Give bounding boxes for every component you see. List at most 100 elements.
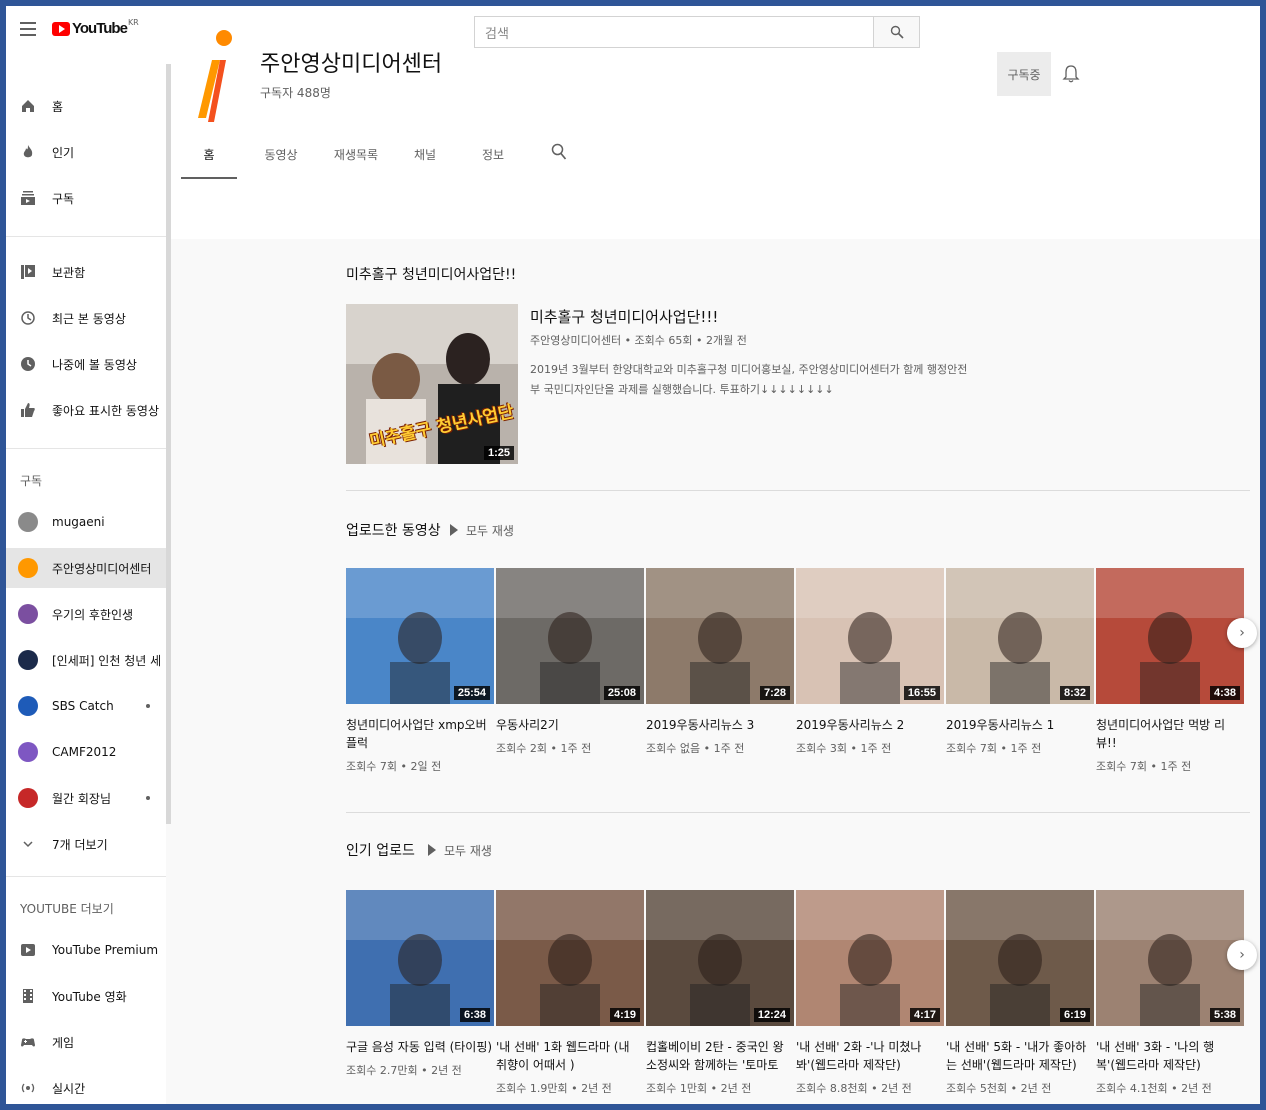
uploads-play-all[interactable]: 모두 재생 bbox=[450, 522, 514, 539]
uploads-next-button[interactable]: › bbox=[1227, 618, 1257, 648]
video-card[interactable]: 8:32 2019우동사리뉴스 1 조회수 7회 • 1주 전 bbox=[946, 568, 1094, 756]
youtube-logo[interactable]: YouTube KR bbox=[52, 18, 139, 37]
video-thumbnail[interactable]: 6:38 bbox=[346, 890, 494, 1026]
subscription-item[interactable]: 월간 회장님 bbox=[6, 778, 166, 818]
video-card[interactable]: 6:19 '내 선배' 5화 - '내가 좋아하는 선배'(웹드라마 제작단) 조회… bbox=[946, 890, 1094, 1096]
sidebar-item-subscriptions[interactable]: 구독 bbox=[6, 178, 166, 218]
chevron-down-icon bbox=[23, 841, 33, 848]
video-thumbnail[interactable]: 4:19 bbox=[496, 890, 644, 1026]
video-title[interactable]: 2019우동사리뉴스 1 bbox=[946, 716, 1094, 734]
video-title[interactable]: '내 선배' 5화 - '내가 좋아하는 선배'(웹드라마 제작단) bbox=[946, 1038, 1094, 1074]
video-title[interactable]: 우동사리2기 bbox=[496, 716, 644, 734]
featured-thumbnail[interactable]: 미추홀구 청년사업단 1:25 bbox=[346, 304, 518, 464]
search-placeholder: 검색 bbox=[485, 27, 509, 42]
video-title[interactable]: 컵홀베이비 2탄 - 중국인 왕소정씨와 함께하는 '토마토계... bbox=[646, 1038, 794, 1074]
tab-home[interactable]: 홈 bbox=[196, 146, 222, 163]
sidebar-item-label: 인기 bbox=[52, 145, 75, 160]
avatar bbox=[18, 558, 38, 578]
sidebar-item-label: 최근 본 동영상 bbox=[52, 311, 126, 326]
video-card[interactable]: 4:17 '내 선배' 2화 -'나 미쳤나 봐'(웹드라마 제작단) 조회수 8.… bbox=[796, 890, 944, 1096]
featured-title[interactable]: 미추홀구 청년미디어사업단!!! bbox=[530, 306, 718, 327]
video-thumbnail[interactable]: 7:28 bbox=[646, 568, 794, 704]
video-thumbnail[interactable]: 6:19 bbox=[946, 890, 1094, 1026]
video-thumbnail-image bbox=[946, 568, 1094, 704]
sidebar-item-thumbs-up[interactable]: 좋아요 표시한 동영상 bbox=[6, 390, 166, 430]
sidebar-item-home[interactable]: 홈 bbox=[6, 86, 166, 126]
subscriptions-icon bbox=[21, 191, 35, 205]
video-thumbnail[interactable]: 12:24 bbox=[646, 890, 794, 1026]
video-title[interactable]: 청년미디어사업단 먹방 리뷰!! bbox=[1096, 716, 1244, 752]
popular-play-all[interactable]: 모두 재생 bbox=[428, 842, 492, 859]
video-card[interactable]: 5:38 '내 선배' 3화 - '나의 행복'(웹드라마 제작단) 조회수 4.1… bbox=[1096, 890, 1244, 1096]
avatar bbox=[18, 650, 38, 670]
subscription-item[interactable]: [인세퍼] 인천 청년 세... bbox=[6, 640, 166, 680]
channel-search-icon[interactable] bbox=[551, 143, 567, 161]
video-thumbnail[interactable]: 4:17 bbox=[796, 890, 944, 1026]
video-title[interactable]: 2019우동사리뉴스 2 bbox=[796, 716, 944, 734]
video-thumbnail[interactable]: 8:32 bbox=[946, 568, 1094, 704]
video-card[interactable]: 6:38 구글 음성 자동 입력 (타이핑) 조회수 2.7만회 • 2년 전 bbox=[346, 890, 494, 1078]
sidebar-item-gamepad[interactable]: 게임 bbox=[6, 1022, 166, 1062]
video-title[interactable]: '내 선배' 2화 -'나 미쳤나 봐'(웹드라마 제작단) bbox=[796, 1038, 944, 1074]
video-title[interactable]: '내 선배' 3화 - '나의 행복'(웹드라마 제작단) bbox=[1096, 1038, 1244, 1074]
gamepad-icon bbox=[21, 1038, 35, 1047]
tab-about[interactable]: 정보 bbox=[478, 146, 508, 163]
video-card[interactable]: 12:24 컵홀베이비 2탄 - 중국인 왕소정씨와 함께하는 '토마토계... 조… bbox=[646, 890, 794, 1096]
video-thumbnail[interactable]: 5:38 bbox=[1096, 890, 1244, 1026]
subscribe-button[interactable]: 구독중 bbox=[997, 52, 1051, 96]
video-meta: 조회수 2회 • 1주 전 bbox=[496, 742, 592, 755]
menu-icon[interactable] bbox=[20, 22, 36, 36]
video-title[interactable]: 구글 음성 자동 입력 (타이핑) bbox=[346, 1038, 494, 1056]
channel-name: 주안영상미디어센터 bbox=[260, 52, 443, 77]
video-card[interactable]: 7:28 2019우동사리뉴스 3 조회수 없음 • 1주 전 bbox=[646, 568, 794, 756]
tab-playlists[interactable]: 재생목록 bbox=[330, 146, 382, 163]
clock-icon bbox=[21, 357, 35, 371]
subscriptions-header: 구독 bbox=[20, 474, 43, 488]
video-thumbnail[interactable]: 4:38 bbox=[1096, 568, 1244, 704]
show-more-button[interactable]: 7개 더보기 bbox=[6, 824, 166, 864]
video-card[interactable]: 16:55 2019우동사리뉴스 2 조회수 3회 • 1주 전 bbox=[796, 568, 944, 756]
video-thumbnail[interactable]: 16:55 bbox=[796, 568, 944, 704]
logo-region: KR bbox=[127, 18, 139, 27]
video-thumbnail-image bbox=[796, 568, 944, 704]
subscription-item[interactable]: 우기의 후한인생 bbox=[6, 594, 166, 634]
video-title[interactable]: 2019우동사리뉴스 3 bbox=[646, 716, 794, 734]
sidebar-item-clock[interactable]: 나중에 볼 동영상 bbox=[6, 344, 166, 384]
subscription-item[interactable]: 주안영상미디어센터 bbox=[6, 548, 166, 588]
sidebar-item-label: 홈 bbox=[52, 99, 64, 114]
video-meta: 조회수 2.7만회 • 2년 전 bbox=[346, 1064, 462, 1077]
featured-description: 2019년 3월부터 한양대학교와 미추홀구청 미디어홍보실, 주안영상미디어센… bbox=[530, 363, 968, 396]
video-thumbnail[interactable]: 25:08 bbox=[496, 568, 644, 704]
subscription-item[interactable]: SBS Catch bbox=[6, 686, 166, 726]
subscription-label: 월간 회장님 bbox=[52, 791, 112, 806]
video-title[interactable]: 청년미디어사업단 xmp오버플럭 bbox=[346, 716, 494, 752]
show-more-label: 7개 더보기 bbox=[52, 837, 108, 852]
popular-next-button[interactable]: › bbox=[1227, 940, 1257, 970]
sidebar-item-youtube-premium[interactable]: YouTube Premium bbox=[6, 930, 166, 970]
video-thumbnail[interactable]: 25:54 bbox=[346, 568, 494, 704]
video-thumbnail-image bbox=[346, 890, 494, 1026]
video-card[interactable]: 25:08 우동사리2기조회수 2회 • 1주 전 bbox=[496, 568, 644, 756]
tab-videos[interactable]: 동영상 bbox=[260, 146, 302, 163]
video-card[interactable]: 4:19 '내 선배' 1화 웹드라마 (내 취향이 어때서 ) 조회수 1.9만회… bbox=[496, 890, 644, 1096]
avatar bbox=[18, 696, 38, 716]
sidebar-item-history[interactable]: 최근 본 동영상 bbox=[6, 298, 166, 338]
video-meta: 조회수 7회 • 1주 전 bbox=[946, 742, 1042, 755]
video-title[interactable]: '내 선배' 1화 웹드라마 (내 취향이 어때서 ) bbox=[496, 1038, 644, 1074]
sidebar-item-live[interactable]: 실시간 bbox=[6, 1068, 166, 1104]
subscription-item[interactable]: CAMF2012 bbox=[6, 732, 166, 772]
search-icon bbox=[890, 25, 904, 39]
video-card[interactable]: 25:54 청년미디어사업단 xmp오버플럭 조회수 7회 • 2일 전 bbox=[346, 568, 494, 774]
sidebar-item-film[interactable]: YouTube 영화 bbox=[6, 976, 166, 1016]
thumbs-up-icon bbox=[21, 403, 35, 417]
video-duration: 25:54 bbox=[453, 686, 490, 700]
search-button[interactable] bbox=[874, 16, 920, 48]
subscription-item[interactable]: mugaeni bbox=[6, 502, 166, 542]
bell-icon[interactable] bbox=[1061, 64, 1081, 84]
sidebar-item-fire[interactable]: 인기 bbox=[6, 132, 166, 172]
sidebar-item-library[interactable]: 보관함 bbox=[6, 252, 166, 292]
channel-avatar[interactable] bbox=[176, 26, 256, 126]
tab-channels[interactable]: 채널 bbox=[410, 146, 440, 163]
video-card[interactable]: 4:38 청년미디어사업단 먹방 리뷰!! 조회수 7회 • 1주 전 bbox=[1096, 568, 1244, 774]
search-input[interactable]: 검색 bbox=[474, 16, 874, 48]
